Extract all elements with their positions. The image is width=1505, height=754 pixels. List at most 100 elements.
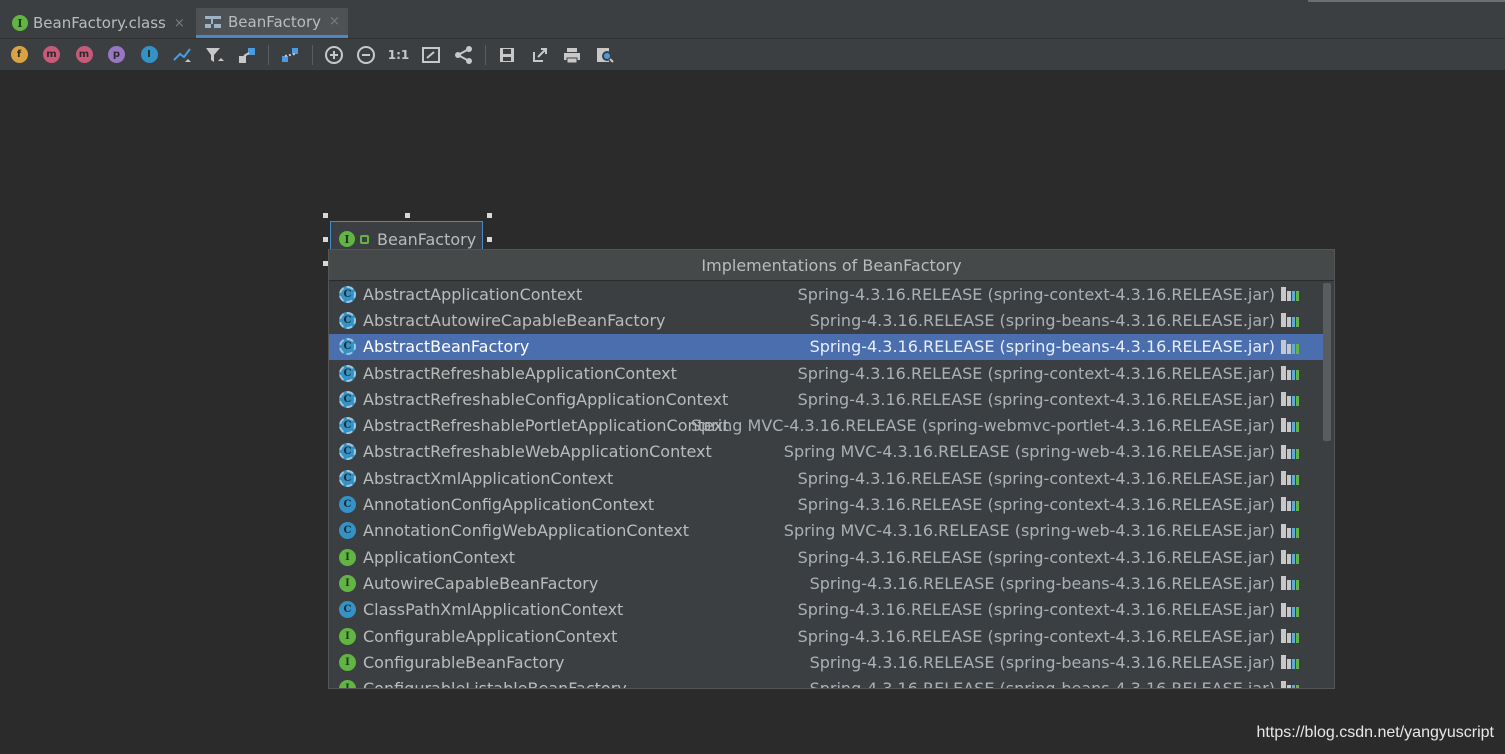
list-item[interactable]: I ConfigurableApplicationContext Spring-4.…	[329, 623, 1323, 649]
editor-tab-bar: I BeanFactory.class × BeanFactory ×	[0, 0, 1505, 39]
print-icon	[564, 47, 580, 63]
class-name: AbstractXmlApplicationContext	[363, 468, 614, 488]
abstract-class-icon: C	[339, 469, 356, 487]
close-icon[interactable]: ×	[329, 14, 340, 29]
library-location: Spring MVC-4.3.16.RELEASE (spring-webmvc…	[690, 416, 1275, 436]
interface-icon: I	[12, 15, 28, 31]
library-location: Spring MVC-4.3.16.RELEASE (spring-web-4.…	[783, 521, 1275, 541]
class-name: AbstractBeanFactory	[363, 337, 530, 357]
class-name: AbstractRefreshableWebApplicationContext	[363, 442, 712, 462]
filter-button[interactable]	[203, 44, 225, 66]
class-name: AnnotationConfigApplicationContext	[363, 495, 655, 515]
class-name: AbstractApplicationContext	[363, 284, 583, 304]
show-fields-icon: f	[10, 46, 28, 63]
actual-size-button[interactable]: 1:1	[388, 44, 410, 66]
close-icon[interactable]: ×	[174, 16, 185, 31]
show-properties-icon: p	[108, 46, 125, 63]
show-inner-classes-button[interactable]: I	[138, 44, 160, 66]
selection-handle[interactable]	[487, 213, 492, 218]
class-name: ClassPathXmlApplicationContext	[363, 600, 624, 620]
zoom-in-button[interactable]	[323, 44, 345, 66]
fit-content-button[interactable]	[420, 44, 442, 66]
list-item[interactable]: I ConfigurableListableBeanFactory Spring-4…	[329, 675, 1323, 689]
abstract-class-icon: C	[339, 417, 356, 435]
list-item[interactable]: C AbstractRefreshableWebApplicationContex…	[329, 439, 1323, 465]
show-methods-icon: m	[75, 46, 93, 63]
list-item[interactable]: I AutowireCapableBeanFactory Spring-4.3.16…	[329, 570, 1323, 596]
library-icon	[1281, 655, 1299, 670]
selection-handle[interactable]	[323, 213, 328, 218]
selection-handle[interactable]	[487, 237, 492, 242]
tab-beanfactory-diagram[interactable]: BeanFactory ×	[196, 8, 348, 38]
show-properties-button[interactable]: p	[106, 44, 128, 66]
show-constructors-button[interactable]: m	[41, 44, 63, 66]
toolbar-separator	[268, 44, 269, 65]
diagram-icon	[205, 15, 221, 28]
actual-size-label: 1:1	[387, 47, 410, 62]
list-item[interactable]: C AbstractXmlApplicationContext Spring-4.3…	[329, 465, 1323, 491]
popup-title: Implementations of BeanFactory	[329, 250, 1334, 281]
library-icon	[1281, 523, 1299, 538]
library-location: Spring-4.3.16.RELEASE (spring-context-4.…	[797, 547, 1275, 567]
popup-scrollbar-thumb[interactable]	[1323, 283, 1331, 441]
abstract-class-icon: C	[339, 285, 356, 303]
library-location: Spring-4.3.16.RELEASE (spring-context-4.…	[797, 495, 1275, 515]
fit-content-icon	[422, 46, 440, 63]
list-item[interactable]: C AbstractApplicationContext Spring-4.3.16…	[329, 281, 1323, 307]
list-item[interactable]: C ClassPathXmlApplicationContext Spring-4.…	[329, 597, 1323, 623]
save-icon	[500, 47, 514, 62]
show-dependencies-button[interactable]	[236, 44, 258, 66]
library-icon	[1281, 287, 1299, 301]
show-fields-button[interactable]: f	[8, 44, 30, 66]
save-button[interactable]	[496, 44, 518, 66]
diagram-toolbar: f m m p I 1:1	[0, 39, 1505, 71]
print-preview-icon	[596, 47, 614, 63]
list-item[interactable]: C AbstractAutowireCapableBeanFactory Sprin…	[329, 307, 1323, 333]
share-button[interactable]	[453, 44, 475, 66]
class-icon: C	[339, 522, 356, 540]
list-item[interactable]: C AbstractRefreshableConfigApplicationCon…	[329, 386, 1323, 412]
library-location: Spring-4.3.16.RELEASE (spring-beans-4.3.…	[809, 679, 1275, 689]
interface-icon: I	[339, 680, 356, 688]
library-location: Spring MVC-4.3.16.RELEASE (spring-web-4.…	[783, 442, 1275, 462]
tab-label: BeanFactory.class	[33, 14, 166, 32]
list-item[interactable]: C AbstractBeanFactory Spring-4.3.16.RELEAS…	[329, 333, 1323, 360]
interface-icon: I	[339, 231, 355, 247]
list-item[interactable]: C AbstractRefreshablePortletApplicationCo…	[329, 412, 1323, 438]
library-location: Spring-4.3.16.RELEASE (spring-beans-4.3.…	[809, 573, 1275, 593]
tab-beanfactory-class[interactable]: I BeanFactory.class ×	[4, 8, 193, 38]
library-icon	[1281, 392, 1299, 407]
list-item[interactable]: C AbstractRefreshableApplicationContext Sp…	[329, 360, 1323, 386]
class-name: AbstractRefreshableConfigApplicationCont…	[363, 389, 729, 409]
visibility-button[interactable]	[171, 44, 193, 66]
class-name: AbstractAutowireCapableBeanFactory	[363, 310, 666, 330]
abstract-class-icon: C	[339, 390, 356, 408]
list-item[interactable]: C AnnotationConfigWebApplicationContext Sp…	[329, 518, 1323, 544]
selection-handle[interactable]	[323, 237, 328, 242]
library-icon	[1281, 444, 1299, 459]
list-item[interactable]: I ConfigurableBeanFactory Spring-4.3.16.RE…	[329, 649, 1323, 675]
library-location: Spring-4.3.16.RELEASE (spring-context-4.…	[797, 626, 1275, 646]
print-button[interactable]	[561, 44, 583, 66]
toolbar-separator	[311, 44, 313, 65]
tab-bar-top-line	[1308, 0, 1505, 2]
list-item[interactable]: I ApplicationContext Spring-4.3.16.RELEASE…	[329, 544, 1323, 570]
show-constructors-icon: m	[43, 46, 60, 63]
library-icon	[1281, 339, 1299, 354]
interface-icon: I	[339, 653, 356, 671]
class-icon: C	[339, 496, 356, 514]
layout-button[interactable]	[279, 44, 301, 66]
public-visibility-icon	[360, 234, 369, 244]
class-name: AnnotationConfigWebApplicationContext	[363, 521, 690, 541]
show-methods-button[interactable]: m	[73, 44, 95, 66]
library-icon	[1281, 549, 1299, 564]
zoom-out-button[interactable]	[355, 44, 377, 66]
class-name: AbstractRefreshablePortletApplicationCon…	[363, 416, 730, 436]
print-preview-button[interactable]	[594, 44, 616, 66]
selection-handle[interactable]	[405, 213, 410, 218]
export-button[interactable]	[529, 44, 551, 66]
list-item[interactable]: C AnnotationConfigApplicationContext Sprin…	[329, 491, 1323, 517]
tab-label: BeanFactory	[228, 12, 322, 31]
visibility-icon	[172, 47, 191, 62]
export-icon	[532, 47, 547, 62]
